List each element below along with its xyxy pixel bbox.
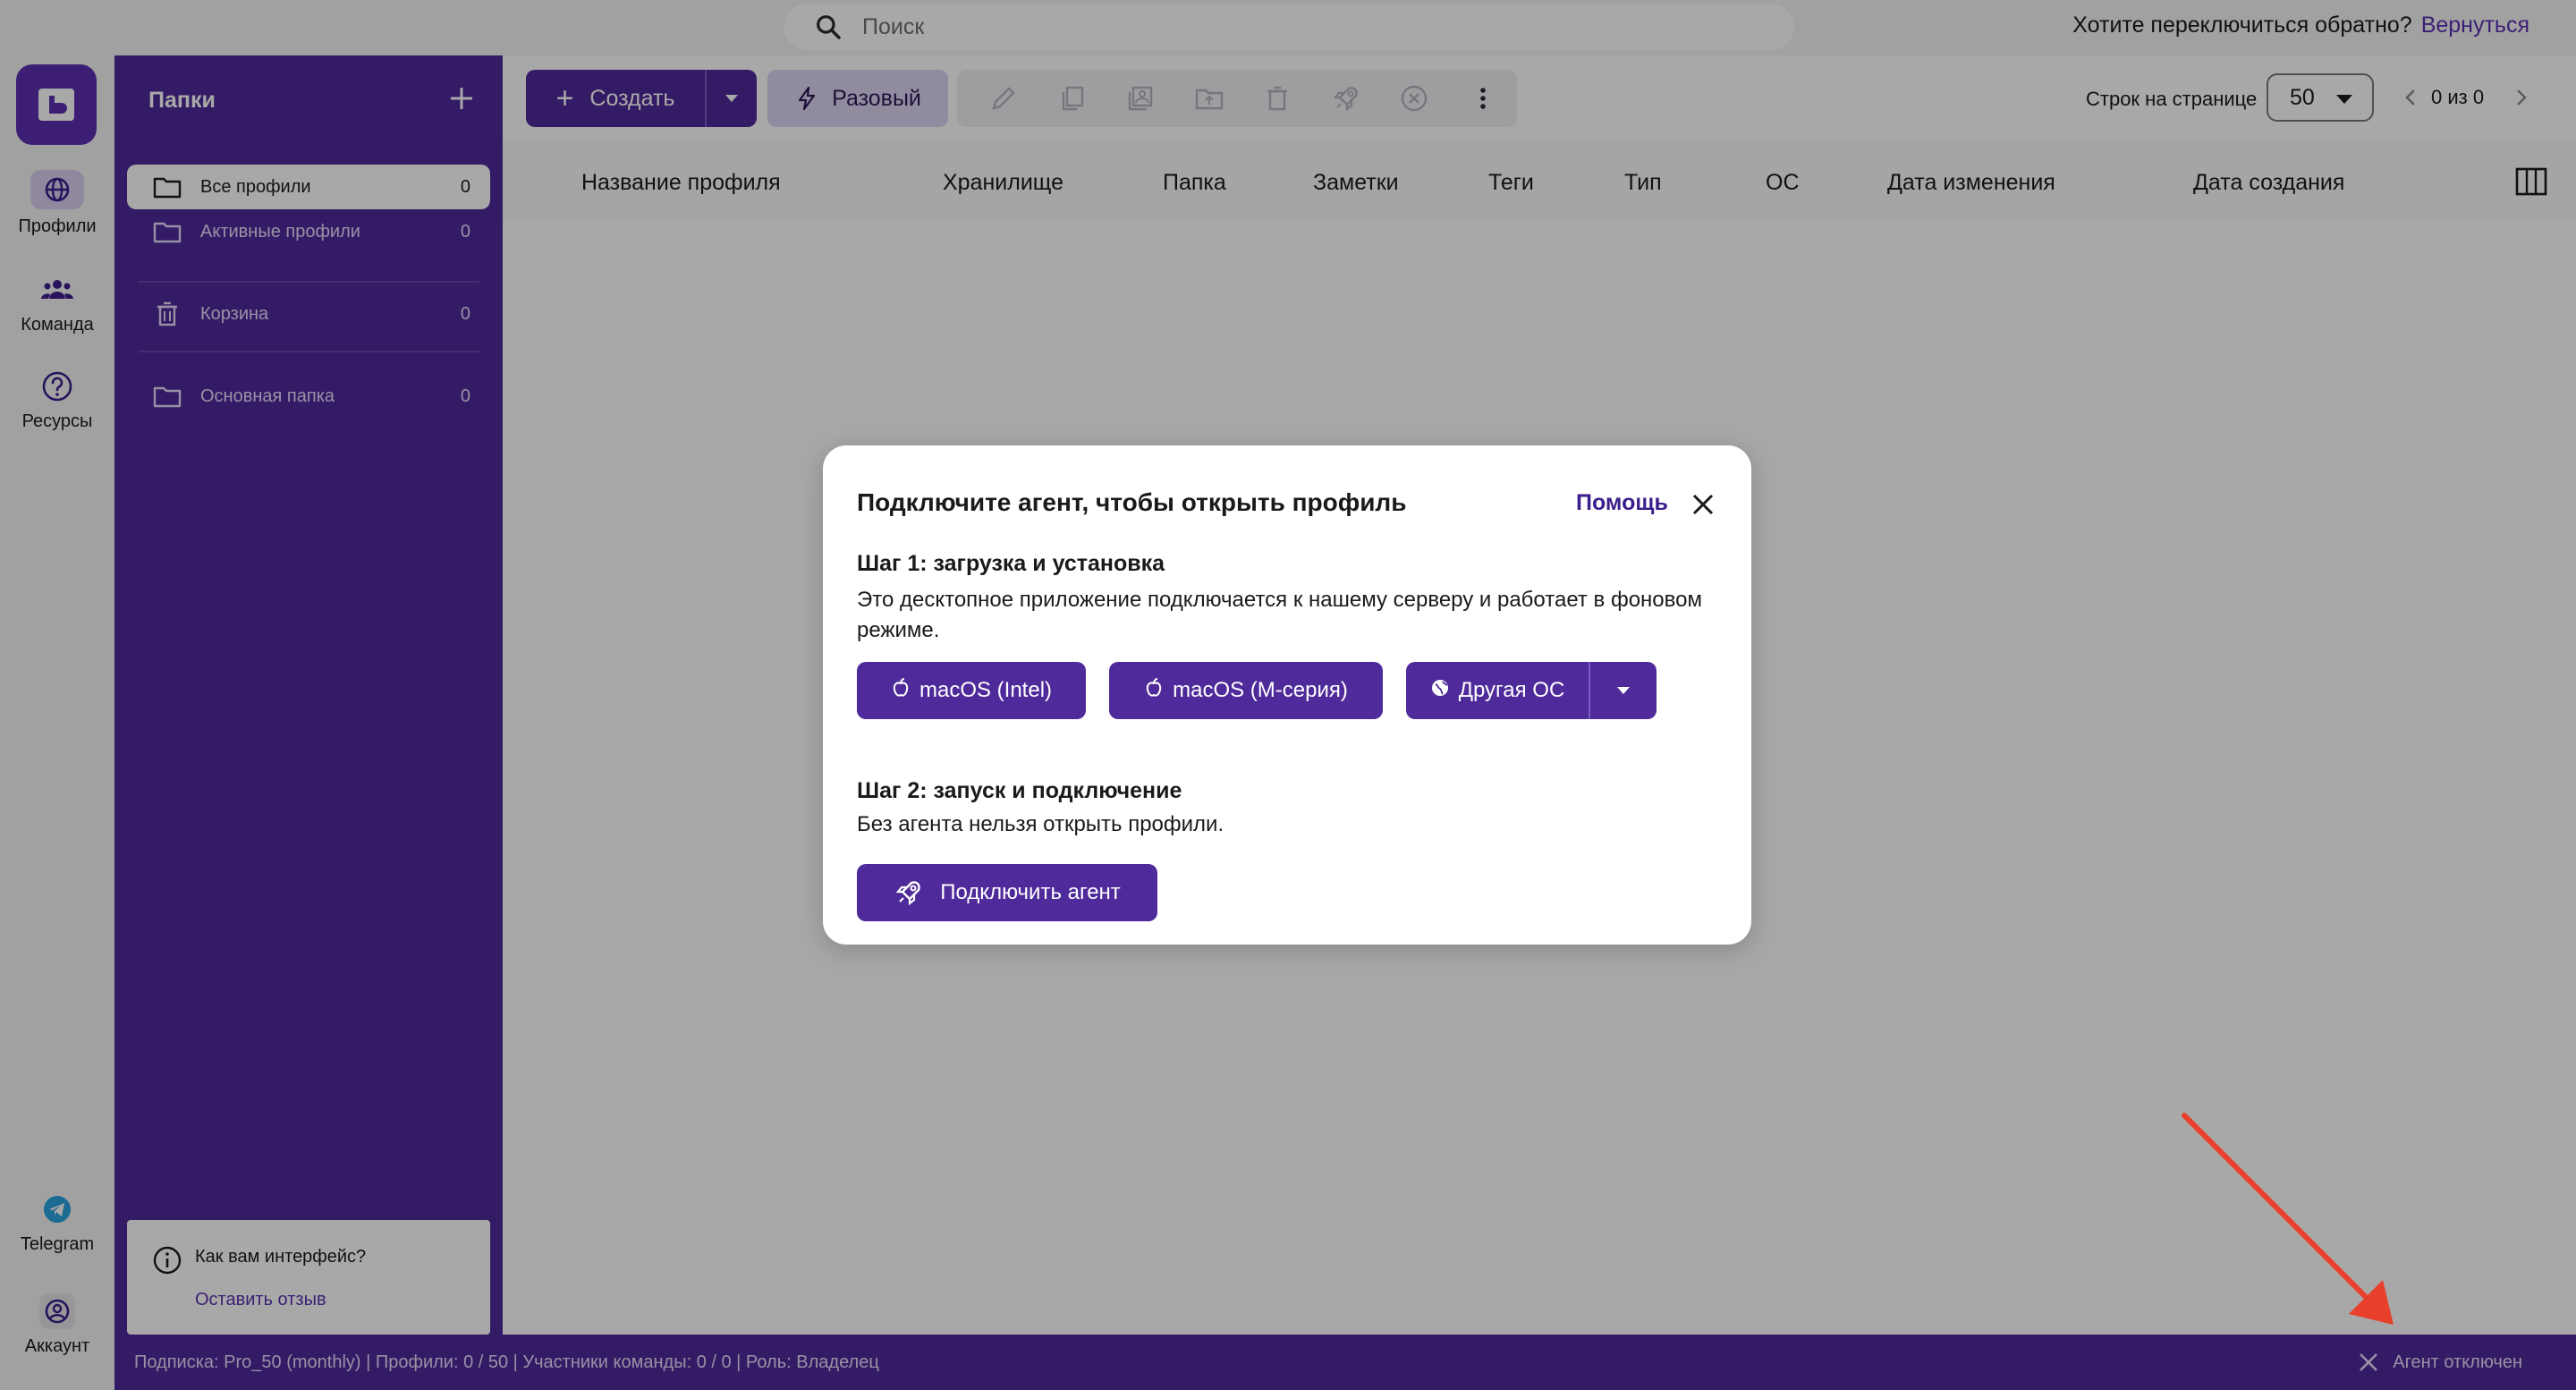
connect-agent-dialog: Подключите агент, чтобы открыть профиль … (823, 445, 1751, 945)
step1-description: Это десктопное приложение подключается к… (857, 588, 1702, 642)
connect-agent-label: Подключить агент (940, 880, 1121, 904)
apple-icon (1144, 677, 1164, 704)
help-link[interactable]: Помощь (1576, 490, 1668, 516)
close-icon[interactable] (1687, 488, 1719, 521)
download-macos-intel-button[interactable]: macOS (Intel) (857, 662, 1086, 719)
step2-title: Шаг 2: запуск и подключение (857, 778, 1182, 803)
apple-icon (891, 677, 911, 704)
connect-agent-button[interactable]: Подключить агент (857, 864, 1157, 921)
annotation-arrow-icon (2182, 1113, 2394, 1325)
download-macos-m-button[interactable]: macOS (M-серия) (1109, 662, 1383, 719)
chevron-down-icon (1617, 687, 1630, 694)
download-macos-intel-label: macOS (Intel) (919, 678, 1053, 702)
dialog-title: Подключите агент, чтобы открыть профиль (857, 488, 1407, 516)
download-other-os-label: Другая ОС (1458, 678, 1565, 702)
other-os-dropdown-button[interactable] (1589, 662, 1657, 719)
step2-description: Без агента нельзя открыть профили. (857, 812, 1224, 836)
globe-icon (1430, 678, 1450, 703)
download-macos-m-label: macOS (M-серия) (1173, 678, 1348, 702)
step1-title: Шаг 1: загрузка и установка (857, 551, 1165, 576)
rocket-icon (895, 881, 920, 906)
download-other-os-button[interactable]: Другая ОС (1406, 662, 1589, 719)
